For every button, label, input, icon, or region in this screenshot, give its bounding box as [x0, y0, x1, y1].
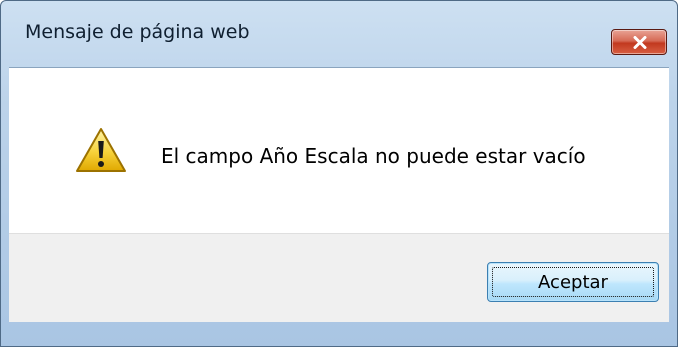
button-bar: Aceptar — [9, 233, 669, 322]
message-area: El campo Año Escala no puede estar vacío — [9, 67, 669, 234]
message-text: El campo Año Escala no puede estar vacío — [161, 144, 586, 168]
ok-button[interactable]: Aceptar — [487, 262, 659, 302]
window-title: Mensaje de página web — [25, 21, 250, 43]
close-button[interactable] — [611, 29, 667, 55]
close-icon — [633, 36, 647, 49]
dialog-window: Mensaje de página web El campo Año Escal… — [0, 0, 678, 347]
title-bar[interactable]: Mensaje de página web — [1, 1, 677, 67]
warning-icon — [76, 128, 126, 172]
ok-button-label: Aceptar — [538, 271, 608, 293]
window-frame-bottom — [1, 321, 677, 346]
